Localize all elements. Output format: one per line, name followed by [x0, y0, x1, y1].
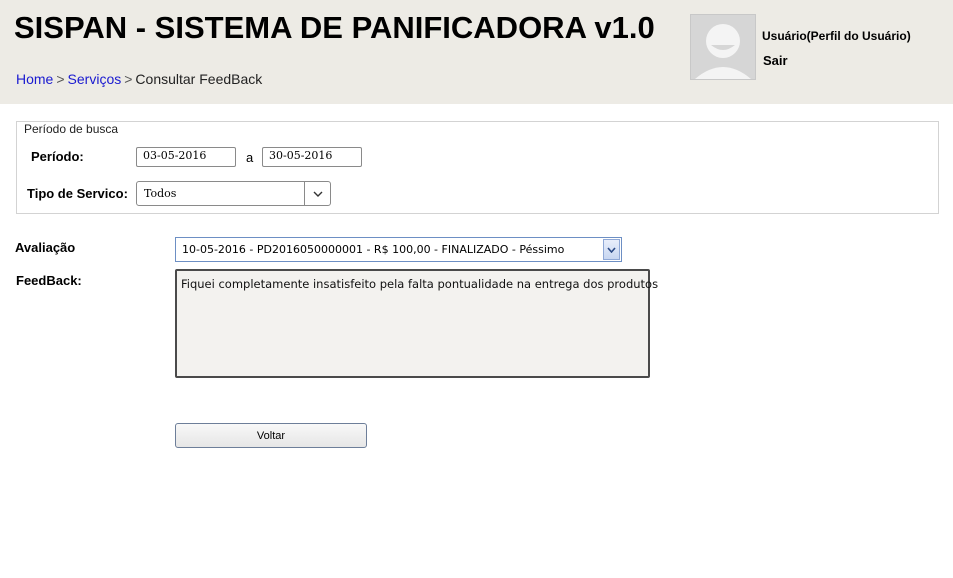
breadcrumb-separator: > [56, 71, 65, 87]
page-header: SISPAN - SISTEMA DE PANIFICADORA v1.0 Ho… [0, 0, 953, 104]
feedback-textarea[interactable]: Fiquei completamente insatisfeito pela f… [175, 269, 658, 378]
breadcrumb-servicos-link[interactable]: Serviços [68, 71, 122, 87]
user-avatar-icon [690, 14, 756, 80]
breadcrumb: Home > Serviços > Consultar FeedBack [16, 71, 262, 87]
avaliacao-select[interactable]: 10-05-2016 - PD2016050000001 - R$ 100,00… [175, 237, 622, 262]
period-label: Período: [31, 149, 84, 164]
service-type-label: Tipo de Servico: [27, 186, 128, 201]
date-range-separator: a [246, 150, 254, 165]
avaliacao-label: Avaliação [15, 240, 76, 255]
breadcrumb-current: Consultar FeedBack [135, 71, 263, 87]
service-type-value: Todos [144, 187, 177, 200]
date-from-input[interactable]: 03-05-2016 [136, 147, 236, 167]
feedback-text: Fiquei completamente insatisfeito pela f… [181, 277, 659, 291]
breadcrumb-home-link[interactable]: Home [16, 71, 53, 87]
feedback-label: FeedBack: [16, 273, 82, 288]
user-profile-name: Usuário(Perfil do Usuário) [762, 29, 911, 43]
back-button[interactable]: Voltar [175, 423, 367, 448]
app-title: SISPAN - SISTEMA DE PANIFICADORA v1.0 [14, 10, 655, 45]
chevron-down-icon[interactable] [603, 239, 620, 260]
avaliacao-value: 10-05-2016 - PD2016050000001 - R$ 100,00… [182, 243, 565, 256]
search-period-legend: Período de busca [21, 122, 122, 136]
logout-link[interactable]: Sair [763, 53, 788, 68]
date-to-input[interactable]: 30-05-2016 [262, 147, 362, 167]
chevron-down-icon[interactable] [304, 182, 330, 205]
breadcrumb-separator: > [124, 71, 133, 87]
service-type-select[interactable]: Todos [136, 181, 331, 206]
